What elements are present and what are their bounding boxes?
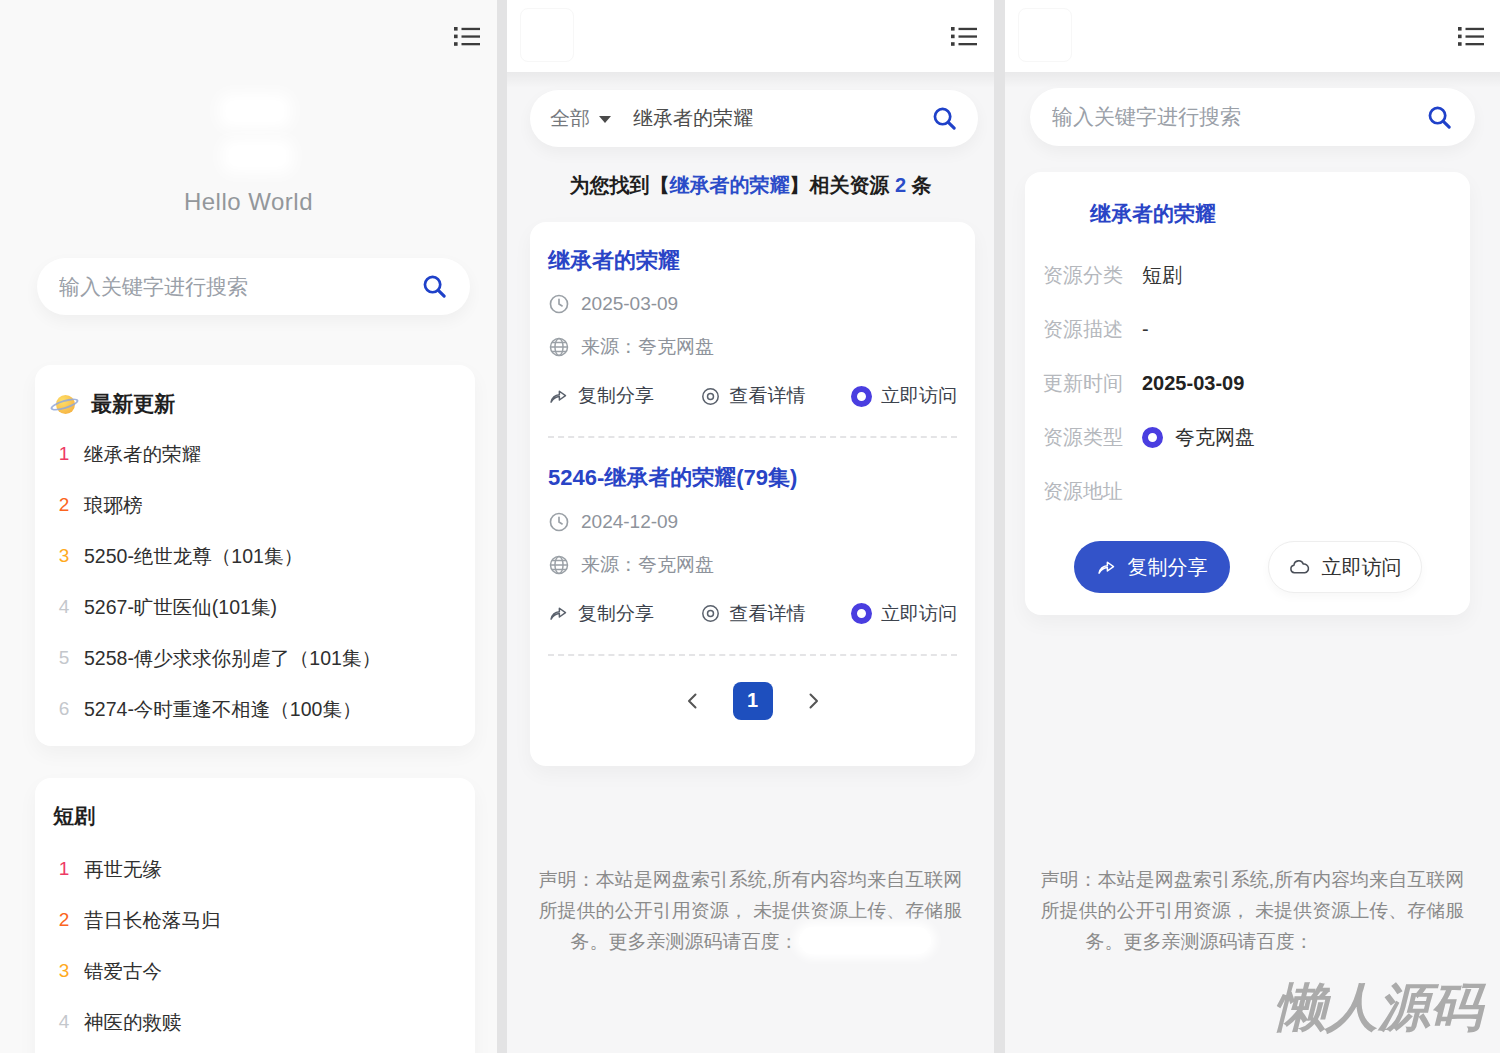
clock-icon	[548, 293, 570, 315]
divider	[548, 654, 957, 656]
list-item[interactable]: 45267-旷世医仙(101集)	[53, 594, 457, 620]
detail-search-bar	[1030, 88, 1475, 146]
home-panel: Hello World 最新更新 1继承者的荣耀 2琅琊榜 35250-绝世龙尊…	[0, 0, 497, 1053]
field-resource-type: 资源类型 夸克网盘	[1043, 423, 1452, 451]
card-title: 最新更新	[91, 390, 175, 418]
divider	[548, 436, 957, 438]
result-source: 来源：夸克网盘	[548, 334, 957, 360]
site-logo	[520, 8, 574, 62]
result-item: 5246-继承者的荣耀(79集) 2024-12-09 来源：夸克网盘 复制分享…	[548, 465, 957, 655]
home-search-bar	[37, 258, 470, 315]
quark-disk-icon	[1142, 427, 1163, 448]
search-results-panel: 全部 为您找到【继承者的荣耀】相关资源 2 条 继承者的荣耀 2025-03-0…	[507, 0, 994, 1053]
shorts-card: 短剧 1再世无缘 2昔日长枪落马归 3错爱古今 4神医的救赎	[35, 778, 475, 1053]
view-detail-link[interactable]: 查看详情	[700, 383, 806, 409]
globe-icon	[548, 336, 570, 358]
category-filter[interactable]: 全部	[550, 105, 611, 132]
menu-icon[interactable]	[1458, 26, 1484, 51]
site-logo	[228, 145, 287, 167]
site-logo	[225, 100, 285, 122]
list-item[interactable]: 4神医的救赎	[53, 1009, 457, 1035]
resource-title: 继承者的荣耀	[1090, 200, 1452, 228]
eye-icon	[700, 603, 721, 624]
pagination: 1	[548, 682, 957, 720]
field-resource-url: 资源地址	[1043, 477, 1452, 505]
disclaimer-text: 声明：本站是网盘索引系统,所有内容均来自互联网所提供的公开引用资源， 未提供资源…	[531, 864, 971, 957]
shorts-list: 1再世无缘 2昔日长枪落马归 3错爱古今 4神医的救赎	[53, 856, 457, 1035]
results-card: 继承者的荣耀 2025-03-09 来源：夸克网盘 复制分享 查看详情	[530, 222, 975, 766]
planet-icon	[53, 392, 78, 417]
search-icon[interactable]	[421, 273, 448, 300]
menu-icon[interactable]	[951, 26, 977, 51]
menu-icon[interactable]	[454, 26, 480, 51]
quark-disk-icon	[851, 386, 872, 407]
latest-updates-card: 最新更新 1继承者的荣耀 2琅琊榜 35250-绝世龙尊（101集） 45267…	[35, 365, 475, 746]
visit-link[interactable]: 立即访问	[851, 601, 957, 627]
clock-icon	[548, 511, 570, 533]
quark-disk-icon	[851, 603, 872, 624]
search-icon[interactable]	[1426, 104, 1453, 131]
search-input[interactable]	[633, 107, 931, 130]
result-title-link[interactable]: 继承者的荣耀	[548, 248, 957, 274]
visit-link[interactable]: 立即访问	[851, 383, 957, 409]
list-item[interactable]: 2琅琊榜	[53, 492, 457, 518]
list-item[interactable]: 65274-今时重逢不相逢（100集）	[53, 696, 457, 722]
copy-share-link[interactable]: 复制分享	[548, 601, 654, 627]
result-item: 继承者的荣耀 2025-03-09 来源：夸克网盘 复制分享 查看详情	[548, 248, 957, 438]
header-bar	[1005, 0, 1500, 72]
eye-icon	[700, 386, 721, 407]
chevron-down-icon	[599, 116, 611, 123]
resource-detail-panel: 继承者的荣耀 资源分类 短剧 资源描述 - 更新时间 2025-03-09 资源…	[1005, 0, 1500, 1053]
search-icon[interactable]	[931, 105, 958, 132]
result-title-link[interactable]: 5246-继承者的荣耀(79集)	[548, 465, 957, 491]
visit-button[interactable]: 立即访问	[1268, 541, 1422, 593]
header-bar	[507, 0, 994, 72]
search-input[interactable]	[59, 275, 421, 299]
share-icon	[548, 386, 569, 407]
resource-detail-card: 继承者的荣耀 资源分类 短剧 资源描述 - 更新时间 2025-03-09 资源…	[1025, 172, 1470, 615]
cloud-icon	[1288, 556, 1311, 579]
field-update-time: 更新时间 2025-03-09	[1043, 369, 1452, 397]
next-page-button[interactable]	[803, 691, 823, 711]
watermark: 懒人源码	[1274, 973, 1482, 1043]
results-search-bar: 全部	[530, 90, 978, 147]
list-item[interactable]: 55258-傅少求求你别虐了（101集）	[53, 645, 457, 671]
view-detail-link[interactable]: 查看详情	[700, 601, 806, 627]
list-item[interactable]: 3错爱古今	[53, 958, 457, 984]
list-item[interactable]: 35250-绝世龙尊（101集）	[53, 543, 457, 569]
card-title: 短剧	[53, 802, 95, 830]
share-icon	[1096, 557, 1117, 578]
share-icon	[548, 603, 569, 624]
latest-list: 1继承者的荣耀 2琅琊榜 35250-绝世龙尊（101集） 45267-旷世医仙…	[53, 441, 457, 722]
disclaimer-text: 声明：本站是网盘索引系统,所有内容均来自互联网所提供的公开引用资源， 未提供资源…	[1033, 864, 1473, 957]
list-item[interactable]: 2昔日长枪落马归	[53, 907, 457, 933]
result-count-note: 为您找到【继承者的荣耀】相关资源 2 条	[507, 172, 994, 199]
result-source: 来源：夸克网盘	[548, 552, 957, 578]
copy-share-link[interactable]: 复制分享	[548, 383, 654, 409]
field-description: 资源描述 -	[1043, 315, 1452, 343]
list-item[interactable]: 1继承者的荣耀	[53, 441, 457, 467]
prev-page-button[interactable]	[683, 691, 703, 711]
site-logo	[1018, 8, 1072, 62]
result-date: 2024-12-09	[548, 511, 957, 533]
site-title: Hello World	[0, 188, 497, 216]
list-item[interactable]: 1再世无缘	[53, 856, 457, 882]
search-input[interactable]	[1052, 105, 1426, 129]
field-category: 资源分类 短剧	[1043, 261, 1452, 289]
copy-share-button[interactable]: 复制分享	[1074, 541, 1230, 593]
globe-icon	[548, 554, 570, 576]
censored-text	[799, 927, 931, 954]
current-page-button[interactable]: 1	[733, 682, 773, 720]
result-date: 2025-03-09	[548, 293, 957, 315]
